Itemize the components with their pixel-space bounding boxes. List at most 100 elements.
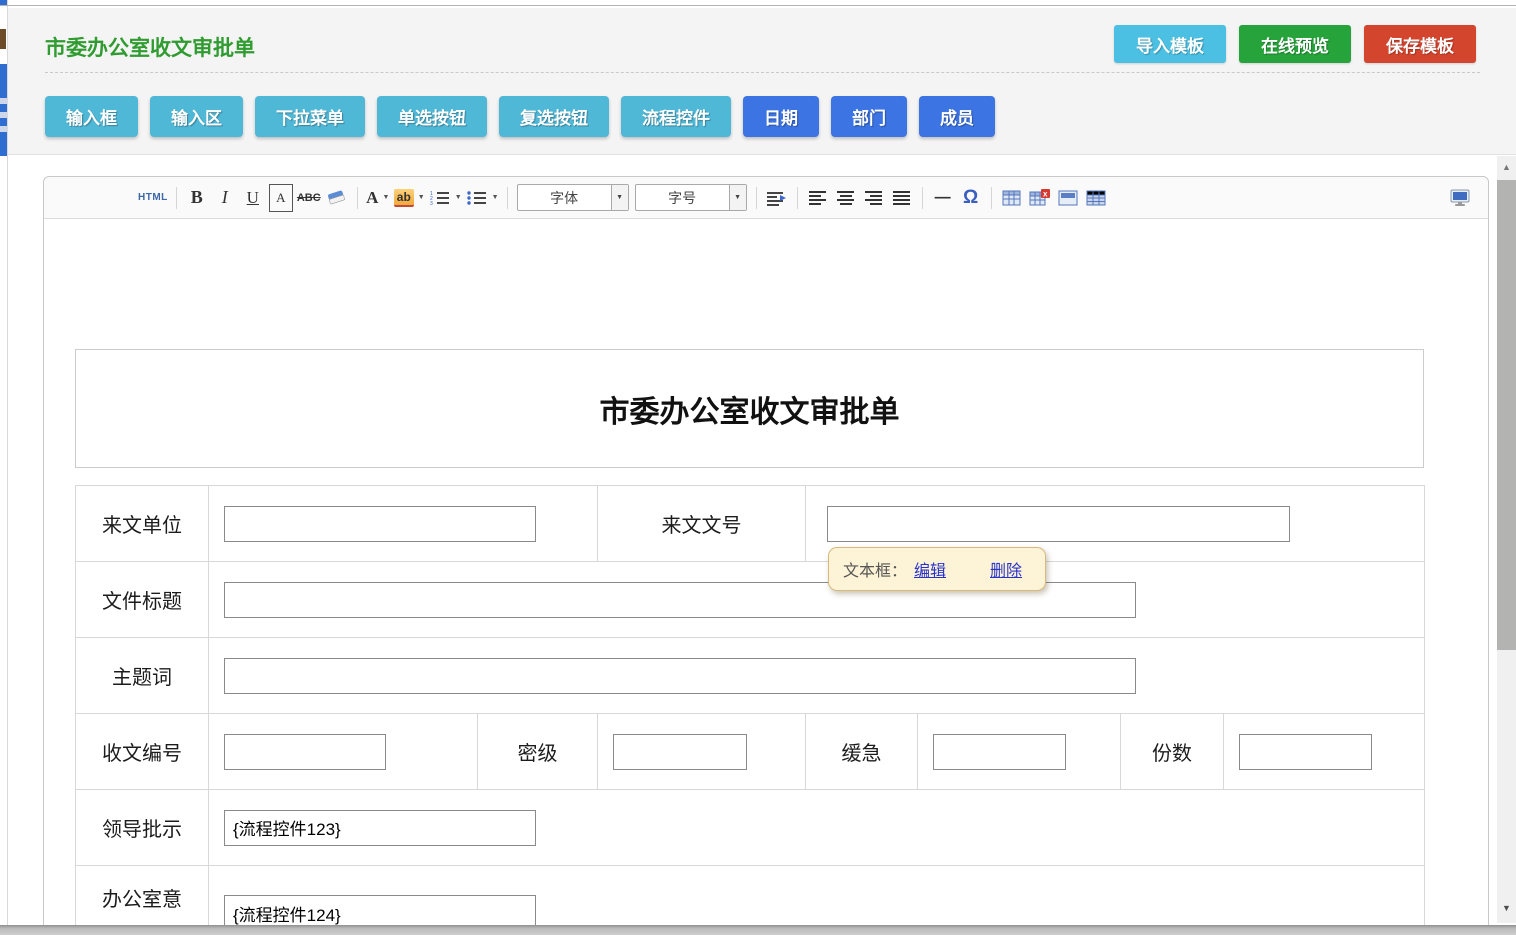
chevron-down-icon[interactable]: ▼ bbox=[492, 194, 499, 201]
widget-dropdown-button[interactable]: 下拉菜单 bbox=[255, 96, 365, 137]
vertical-scrollbar[interactable]: ▲ ▼ bbox=[1497, 156, 1516, 923]
header-actions: 导入模板 在线预览 保存模板 bbox=[1114, 25, 1476, 63]
subject-input[interactable] bbox=[224, 658, 1136, 694]
copies-input[interactable] bbox=[1239, 734, 1372, 770]
scroll-down-icon[interactable]: ▼ bbox=[1497, 899, 1516, 917]
widget-flow-control-button[interactable]: 流程控件 bbox=[621, 96, 731, 137]
delete-table-icon[interactable]: x bbox=[1028, 184, 1052, 212]
field-label-receive-no: 收文编号 bbox=[76, 714, 209, 790]
header-divider bbox=[45, 72, 1480, 73]
toolbar-separator bbox=[176, 187, 177, 209]
font-family-label: 字体 bbox=[518, 185, 611, 210]
field-label-source-unit: 来文单位 bbox=[76, 486, 209, 562]
widget-checkbox-button[interactable]: 复选按钮 bbox=[499, 96, 609, 137]
cell-properties-icon[interactable] bbox=[1084, 184, 1108, 212]
text-color-glyph: A bbox=[366, 188, 378, 208]
align-justify-icon[interactable] bbox=[890, 184, 914, 212]
save-template-button[interactable]: 保存模板 bbox=[1364, 25, 1476, 63]
widget-toolbar: 输入框 输入区 下拉菜单 单选按钮 复选按钮 流程控件 日期 部门 成员 bbox=[45, 96, 995, 137]
widget-textarea-button[interactable]: 输入区 bbox=[150, 96, 243, 137]
form-title-box: 市委办公室收文审批单 bbox=[75, 349, 1424, 468]
urgency-input[interactable] bbox=[933, 734, 1066, 770]
align-right-icon[interactable] bbox=[862, 184, 886, 212]
import-template-button[interactable]: 导入模板 bbox=[1114, 25, 1226, 63]
font-size-label: 字号 bbox=[636, 185, 729, 210]
field-label-doc-number: 来文文号 bbox=[598, 486, 806, 562]
font-family-select[interactable]: 字体 ▼ bbox=[517, 184, 629, 211]
chevron-down-icon[interactable]: ▼ bbox=[418, 194, 425, 201]
secrecy-input[interactable] bbox=[613, 734, 747, 770]
background-page-sliver bbox=[0, 0, 8, 935]
insert-table-icon[interactable] bbox=[1000, 184, 1024, 212]
special-char-button[interactable]: Ω bbox=[959, 184, 983, 212]
scroll-up-icon[interactable]: ▲ bbox=[1497, 158, 1516, 176]
horizontal-rule-button[interactable]: — bbox=[931, 184, 955, 212]
sliver-dash bbox=[0, 126, 7, 132]
scrollbar-thumb[interactable] bbox=[1497, 180, 1516, 650]
toolbar-separator bbox=[507, 187, 508, 209]
table-properties-icon[interactable] bbox=[1056, 184, 1080, 212]
source-unit-input[interactable] bbox=[224, 506, 536, 542]
chevron-down-icon[interactable]: ▼ bbox=[729, 185, 746, 210]
editor-toolbar: HTML B I U A ABC A ▼ ab ▼ 1 2 3 bbox=[44, 177, 1488, 219]
chevron-down-icon[interactable]: ▼ bbox=[455, 194, 462, 201]
sliver-dash bbox=[0, 98, 7, 104]
field-label-leader-note: 领导批示 bbox=[76, 790, 209, 866]
bold-button[interactable]: B bbox=[185, 184, 209, 212]
widget-member-button[interactable]: 成员 bbox=[919, 96, 995, 137]
font-frame-button[interactable]: A bbox=[269, 184, 293, 212]
table-row: 领导批示 bbox=[76, 790, 1425, 866]
chevron-down-icon[interactable]: ▼ bbox=[382, 194, 389, 201]
table-row: 文件标题 bbox=[76, 562, 1425, 638]
widget-department-button[interactable]: 部门 bbox=[831, 96, 907, 137]
indent-icon[interactable] bbox=[765, 184, 789, 212]
bullet-list-button[interactable]: ▼ bbox=[466, 184, 499, 212]
align-center-icon[interactable] bbox=[834, 184, 858, 212]
underline-button[interactable]: U bbox=[241, 184, 265, 212]
widget-input-button[interactable]: 输入框 bbox=[45, 96, 138, 137]
highlight-glyph: ab bbox=[394, 189, 414, 207]
italic-button[interactable]: I bbox=[213, 184, 237, 212]
widget-tooltip: 文本框： 编辑 删除 bbox=[828, 547, 1046, 591]
window-bottom-edge bbox=[0, 925, 1516, 935]
strikethrough-button[interactable]: ABC bbox=[297, 184, 321, 212]
toolbar-separator bbox=[357, 187, 358, 209]
remove-format-eraser-icon[interactable] bbox=[325, 184, 349, 212]
field-label-subject: 主题词 bbox=[76, 638, 209, 714]
window-top-edge bbox=[0, 5, 1516, 6]
chevron-down-icon[interactable]: ▼ bbox=[611, 185, 628, 210]
form-table: 来文单位 来文文号 文件标题 主题词 bbox=[75, 485, 1425, 935]
html-source-button[interactable]: HTML bbox=[138, 184, 168, 212]
tooltip-edit-link[interactable]: 编辑 bbox=[914, 557, 946, 581]
align-left-icon[interactable] bbox=[806, 184, 830, 212]
form-title: 市委办公室收文审批单 bbox=[600, 387, 900, 431]
tooltip-delete-link[interactable]: 删除 bbox=[990, 557, 1022, 581]
fullscreen-icon[interactable] bbox=[1448, 184, 1472, 212]
tooltip-label: 文本框： bbox=[843, 557, 907, 581]
widget-radio-button[interactable]: 单选按钮 bbox=[377, 96, 487, 137]
widget-date-button[interactable]: 日期 bbox=[743, 96, 819, 137]
doc-number-input[interactable] bbox=[827, 506, 1290, 542]
toolbar-separator bbox=[797, 187, 798, 209]
template-header: 市委办公室收文审批单 导入模板 在线预览 保存模板 输入框 输入区 下拉菜单 单… bbox=[8, 8, 1516, 155]
sliver-sidebar-fragment bbox=[0, 64, 7, 156]
editor-canvas[interactable]: 市委办公室收文审批单 来文单位 来文文号 文件标题 bbox=[44, 219, 1488, 935]
toolbar-separator bbox=[756, 187, 757, 209]
table-row: 主题词 bbox=[76, 638, 1425, 714]
toolbar-separator bbox=[991, 187, 992, 209]
field-label-urgency: 缓急 bbox=[806, 714, 918, 790]
receive-no-input[interactable] bbox=[224, 734, 386, 770]
font-size-select[interactable]: 字号 ▼ bbox=[635, 184, 747, 211]
online-preview-button[interactable]: 在线预览 bbox=[1239, 25, 1351, 63]
highlight-color-button[interactable]: ab ▼ bbox=[394, 184, 425, 212]
ordered-list-button[interactable]: 1 2 3 ▼ bbox=[429, 184, 462, 212]
svg-text:x: x bbox=[1043, 190, 1048, 199]
text-color-button[interactable]: A ▼ bbox=[366, 184, 390, 212]
sliver-dash bbox=[0, 112, 7, 118]
table-row: 来文单位 来文文号 bbox=[76, 486, 1425, 562]
toolbar-separator bbox=[922, 187, 923, 209]
svg-text:3: 3 bbox=[430, 201, 433, 206]
leader-note-input[interactable] bbox=[224, 810, 536, 846]
field-label-copies: 份数 bbox=[1121, 714, 1224, 790]
page-title: 市委办公室收文审批单 bbox=[45, 32, 255, 62]
